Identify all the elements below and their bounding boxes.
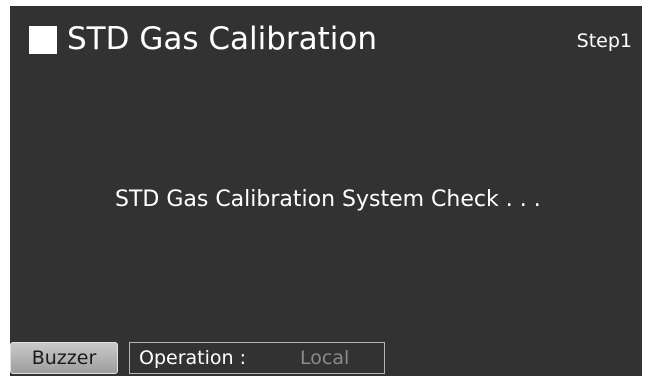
step-indicator: Step1 bbox=[576, 30, 632, 52]
status-message: STD Gas Calibration System Check . . . bbox=[115, 187, 541, 212]
buzzer-button[interactable]: Buzzer bbox=[10, 342, 118, 374]
square-icon bbox=[29, 26, 57, 54]
operation-value: Local bbox=[300, 347, 350, 369]
operation-label: Operation : bbox=[139, 347, 246, 369]
calibration-panel: STD Gas Calibration Step1 STD Gas Calibr… bbox=[10, 6, 642, 376]
page-title: STD Gas Calibration bbox=[67, 21, 378, 57]
operation-mode-field: Operation : Local bbox=[129, 342, 385, 374]
